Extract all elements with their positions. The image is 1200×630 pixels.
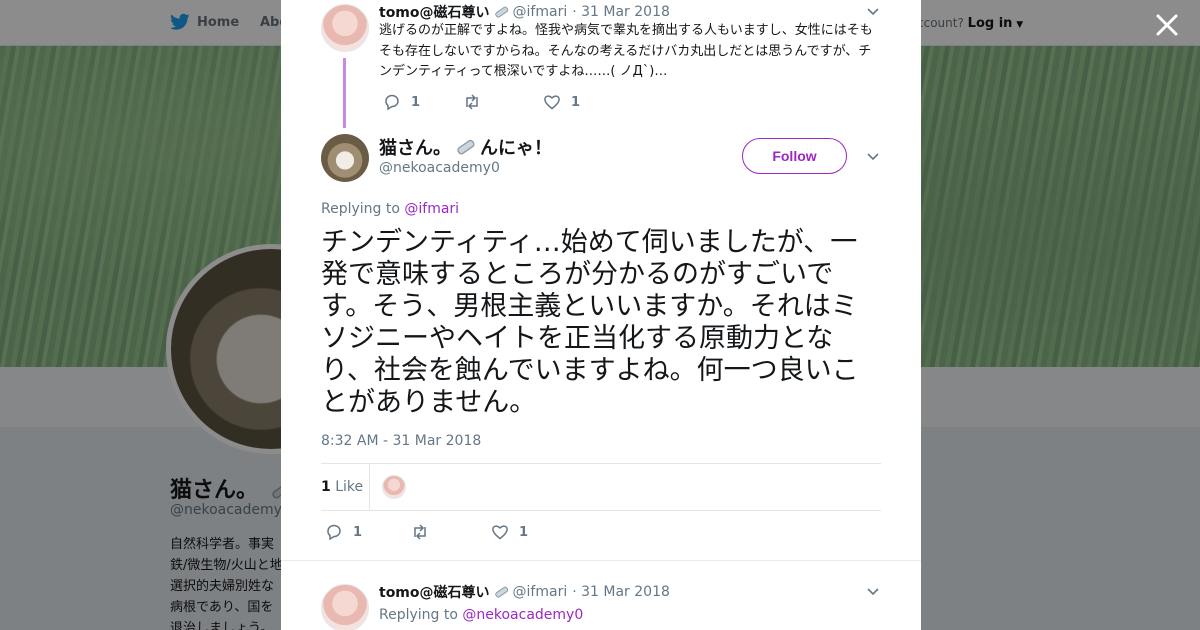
likes-stat[interactable]: 1 Like bbox=[321, 479, 363, 495]
avatar[interactable] bbox=[321, 134, 369, 182]
author-handle[interactable]: @ifmari bbox=[513, 584, 568, 600]
heart-icon bbox=[544, 95, 560, 110]
heart-icon bbox=[492, 525, 508, 540]
author-name-text: 猫さん。 bbox=[379, 138, 451, 159]
replying-prefix: Replying to bbox=[321, 201, 400, 217]
replying-to-link[interactable]: @ifmari bbox=[404, 201, 459, 217]
replying-to: Replying to @nekoacademy0 bbox=[379, 607, 583, 623]
like-count: 1 bbox=[571, 94, 581, 110]
reply-count: 1 bbox=[411, 94, 421, 110]
replying-prefix: Replying to bbox=[379, 607, 458, 623]
author-name[interactable]: tomo@磁石尊い bbox=[379, 582, 490, 602]
tweet-timestamp[interactable]: 8:32 AM - 31 Mar 2018 bbox=[321, 433, 481, 449]
like-count: 1 bbox=[519, 524, 529, 540]
reply-button[interactable]: 1 bbox=[383, 93, 463, 111]
likes-stat-label: Like bbox=[335, 479, 364, 495]
replying-to: Replying to @ifmari bbox=[321, 201, 459, 217]
author-name[interactable]: tomo@磁石尊い bbox=[379, 2, 490, 22]
chevron-down-icon[interactable] bbox=[866, 585, 880, 599]
tweet-stats: 1 Like bbox=[321, 463, 881, 511]
replying-to-link[interactable]: @nekoacademy0 bbox=[462, 607, 583, 623]
author-name[interactable]: 猫さん。 んにゃ！ bbox=[379, 134, 552, 160]
reply-icon bbox=[385, 94, 399, 111]
like-button[interactable]: 1 bbox=[543, 93, 580, 111]
tweet-date[interactable]: · 31 Mar 2018 bbox=[572, 584, 670, 600]
chevron-down-icon[interactable] bbox=[866, 5, 880, 19]
divider bbox=[369, 464, 370, 510]
reply-count: 1 bbox=[353, 524, 363, 540]
divider bbox=[281, 560, 921, 561]
magnet-icon bbox=[494, 586, 508, 598]
tweet-header: tomo@磁石尊い @ifmari · 31 Mar 2018 bbox=[379, 582, 670, 602]
close-button[interactable] bbox=[1154, 12, 1180, 38]
retweet-icon bbox=[414, 524, 426, 540]
tweet-header: tomo@磁石尊い @ifmari · 31 Mar 2018 bbox=[379, 2, 670, 22]
tweet-actions: 1 1 bbox=[383, 93, 580, 111]
thread-connector bbox=[343, 58, 346, 128]
author-name-suffix: んにゃ！ bbox=[480, 138, 552, 159]
magnet-icon bbox=[457, 139, 475, 155]
like-button[interactable]: 1 bbox=[491, 523, 528, 541]
liker-avatar[interactable] bbox=[382, 475, 406, 499]
follow-button[interactable]: Follow bbox=[742, 138, 847, 174]
retweet-button[interactable] bbox=[411, 523, 491, 541]
magnet-icon bbox=[494, 6, 508, 18]
chevron-down-icon[interactable] bbox=[866, 150, 880, 164]
reply-icon bbox=[327, 524, 341, 541]
author-handle[interactable]: @ifmari bbox=[513, 4, 568, 20]
likes-stat-count: 1 bbox=[321, 479, 331, 495]
avatar[interactable] bbox=[321, 4, 369, 52]
tweet-date[interactable]: · 31 Mar 2018 bbox=[572, 4, 670, 20]
tweet-text: チンデンティティ…始めて伺いましたが、一発で意味するところが分かるのがすごいです… bbox=[321, 227, 859, 418]
reply-button[interactable]: 1 bbox=[325, 523, 411, 541]
tweet-actions: 1 1 bbox=[325, 523, 528, 541]
author-handle[interactable]: @nekoacademy0 bbox=[379, 160, 500, 176]
close-icon bbox=[1156, 14, 1178, 36]
retweet-button[interactable] bbox=[463, 93, 543, 111]
avatar[interactable] bbox=[321, 584, 369, 630]
retweet-icon bbox=[466, 94, 478, 110]
tweet-text: 逃げるのが正解ですよね。怪我や病気で睾丸を摘出する人もいますし、女性にはそもそも… bbox=[379, 23, 873, 79]
tweet-modal: tomo@磁石尊い @ifmari · 31 Mar 2018 逃げるのが正解で… bbox=[281, 0, 921, 630]
